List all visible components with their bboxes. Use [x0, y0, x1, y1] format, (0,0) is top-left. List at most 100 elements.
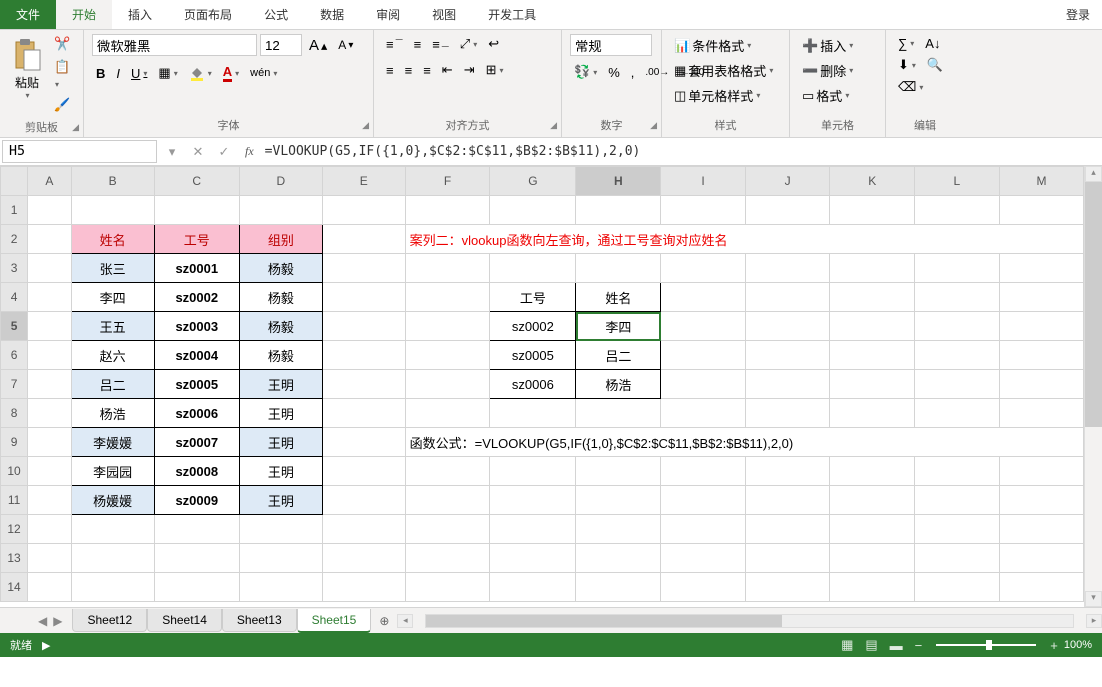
- cell[interactable]: 杨毅: [239, 341, 322, 370]
- fx-icon[interactable]: fx: [237, 144, 262, 159]
- cell[interactable]: 姓名: [71, 225, 154, 254]
- accept-formula-button[interactable]: ✓: [211, 144, 237, 160]
- row-header[interactable]: 1: [1, 196, 28, 225]
- cell[interactable]: 工号: [154, 225, 239, 254]
- col-header-M[interactable]: M: [999, 167, 1084, 196]
- row-header[interactable]: 9: [1, 428, 28, 457]
- tab-layout[interactable]: 页面布局: [168, 0, 248, 29]
- hscroll-thumb[interactable]: [426, 615, 782, 627]
- conditional-format-button[interactable]: 📊条件格式▾: [670, 34, 755, 57]
- row-header[interactable]: 3: [1, 254, 28, 283]
- font-name-select[interactable]: [92, 34, 257, 56]
- row-header[interactable]: 14: [1, 573, 28, 602]
- cancel-formula-button[interactable]: ✕: [185, 144, 211, 160]
- tab-review[interactable]: 审阅: [360, 0, 416, 29]
- find-button[interactable]: 🔍: [923, 55, 947, 75]
- format-painter-button[interactable]: 🖌️: [50, 95, 75, 115]
- format-cells-button[interactable]: ▭格式▾: [798, 84, 853, 107]
- cell[interactable]: 王明: [239, 370, 322, 399]
- font-size-select[interactable]: [260, 34, 302, 56]
- col-header-B[interactable]: B: [71, 167, 154, 196]
- col-header-A[interactable]: A: [28, 167, 72, 196]
- cell[interactable]: 李媛媛: [71, 428, 154, 457]
- vertical-scrollbar[interactable]: ▴ ▾: [1084, 166, 1102, 607]
- percent-button[interactable]: %: [604, 63, 624, 82]
- cell[interactable]: 王明: [239, 486, 322, 515]
- align-center-button[interactable]: ≡: [401, 61, 417, 80]
- tab-home[interactable]: 开始: [56, 0, 112, 29]
- col-header-C[interactable]: C: [154, 167, 239, 196]
- row-header[interactable]: 2: [1, 225, 28, 254]
- cell[interactable]: 杨毅: [239, 283, 322, 312]
- paste-button[interactable]: 粘贴 ▾: [8, 34, 46, 104]
- col-header-I[interactable]: I: [661, 167, 745, 196]
- cell[interactable]: sz0004: [154, 341, 239, 370]
- scroll-up-button[interactable]: ▴: [1085, 166, 1102, 182]
- cell-style-button[interactable]: ◫单元格样式▾: [670, 84, 764, 107]
- cell[interactable]: sz0002: [490, 312, 576, 341]
- orientation-button[interactable]: ⤢▾: [456, 34, 481, 54]
- cell[interactable]: 王明: [239, 457, 322, 486]
- col-header-K[interactable]: K: [830, 167, 915, 196]
- login-link[interactable]: 登录: [1054, 0, 1102, 29]
- fill-button[interactable]: ⬇▾: [894, 55, 920, 75]
- cell[interactable]: 赵六: [71, 341, 154, 370]
- name-box[interactable]: [2, 140, 157, 163]
- col-header-G[interactable]: G: [490, 167, 576, 196]
- align-top-button[interactable]: ≡⎺: [382, 35, 407, 54]
- cell[interactable]: sz0005: [154, 370, 239, 399]
- cell[interactable]: 王明: [239, 428, 322, 457]
- zoom-level[interactable]: 100%: [1064, 639, 1092, 651]
- italic-button[interactable]: I: [112, 64, 124, 83]
- sheet-nav-next[interactable]: ▶: [53, 614, 62, 628]
- new-sheet-button[interactable]: ⊕: [371, 610, 397, 632]
- col-header-F[interactable]: F: [405, 167, 490, 196]
- cell[interactable]: 组别: [239, 225, 322, 254]
- cell[interactable]: 工号: [490, 283, 576, 312]
- tab-formulas[interactable]: 公式: [248, 0, 304, 29]
- cell[interactable]: sz0005: [490, 341, 576, 370]
- cell[interactable]: 姓名: [576, 283, 661, 312]
- border-button[interactable]: ▦▾: [154, 63, 181, 83]
- cell[interactable]: 杨浩: [71, 399, 154, 428]
- delete-cells-button[interactable]: ➖删除▾: [798, 59, 857, 82]
- align-launcher[interactable]: ◢: [550, 120, 557, 131]
- increase-indent-button[interactable]: ⇥: [460, 60, 479, 80]
- cell[interactable]: 张三: [71, 254, 154, 283]
- row-header[interactable]: 10: [1, 457, 28, 486]
- autosum-button[interactable]: ∑▾: [894, 34, 918, 53]
- cell[interactable]: sz0007: [154, 428, 239, 457]
- select-all-corner[interactable]: [1, 167, 28, 196]
- align-middle-button[interactable]: ≡: [410, 35, 426, 54]
- page-layout-view-button[interactable]: ▤: [859, 637, 883, 653]
- formula-display-text[interactable]: 函数公式：=VLOOKUP(G5,IF({1,0},$C$2:$C$11,$B$…: [405, 428, 1084, 457]
- hscroll-left[interactable]: ◂: [397, 614, 413, 628]
- clipboard-launcher[interactable]: ◢: [72, 122, 79, 133]
- row-header[interactable]: 8: [1, 399, 28, 428]
- accounting-button[interactable]: 💱▾: [570, 62, 601, 82]
- cell[interactable]: sz0003: [154, 312, 239, 341]
- row-header[interactable]: 12: [1, 515, 28, 544]
- decrease-indent-button[interactable]: ⇤: [438, 60, 457, 80]
- cell[interactable]: sz0001: [154, 254, 239, 283]
- sheet-tab[interactable]: Sheet14: [147, 609, 222, 632]
- align-bottom-button[interactable]: ≡⎽: [428, 35, 453, 54]
- cell[interactable]: 王五: [71, 312, 154, 341]
- namebox-dropdown[interactable]: ▾: [159, 144, 185, 160]
- formula-input[interactable]: =VLOOKUP(G5,IF({1,0},$C$2:$C$11,$B$2:$B$…: [262, 141, 1102, 162]
- zoom-in-button[interactable]: +: [1044, 638, 1064, 653]
- cell[interactable]: sz0002: [154, 283, 239, 312]
- cell[interactable]: 杨毅: [239, 254, 322, 283]
- horizontal-scrollbar[interactable]: [425, 614, 1074, 628]
- zoom-out-button[interactable]: −: [909, 638, 929, 653]
- cell[interactable]: sz0006: [154, 399, 239, 428]
- example-title[interactable]: 案列二：vlookup函数向左查询，通过工号查询对应姓名: [405, 225, 1084, 254]
- sheet-nav-prev[interactable]: ◀: [38, 614, 47, 628]
- table-format-button[interactable]: ▦套用表格格式▾: [670, 59, 777, 82]
- page-break-view-button[interactable]: ▬: [884, 638, 909, 653]
- tab-developer[interactable]: 开发工具: [472, 0, 552, 29]
- col-header-E[interactable]: E: [322, 167, 405, 196]
- tab-insert[interactable]: 插入: [112, 0, 168, 29]
- sheet-tab-active[interactable]: Sheet15: [297, 609, 372, 633]
- row-header[interactable]: 13: [1, 544, 28, 573]
